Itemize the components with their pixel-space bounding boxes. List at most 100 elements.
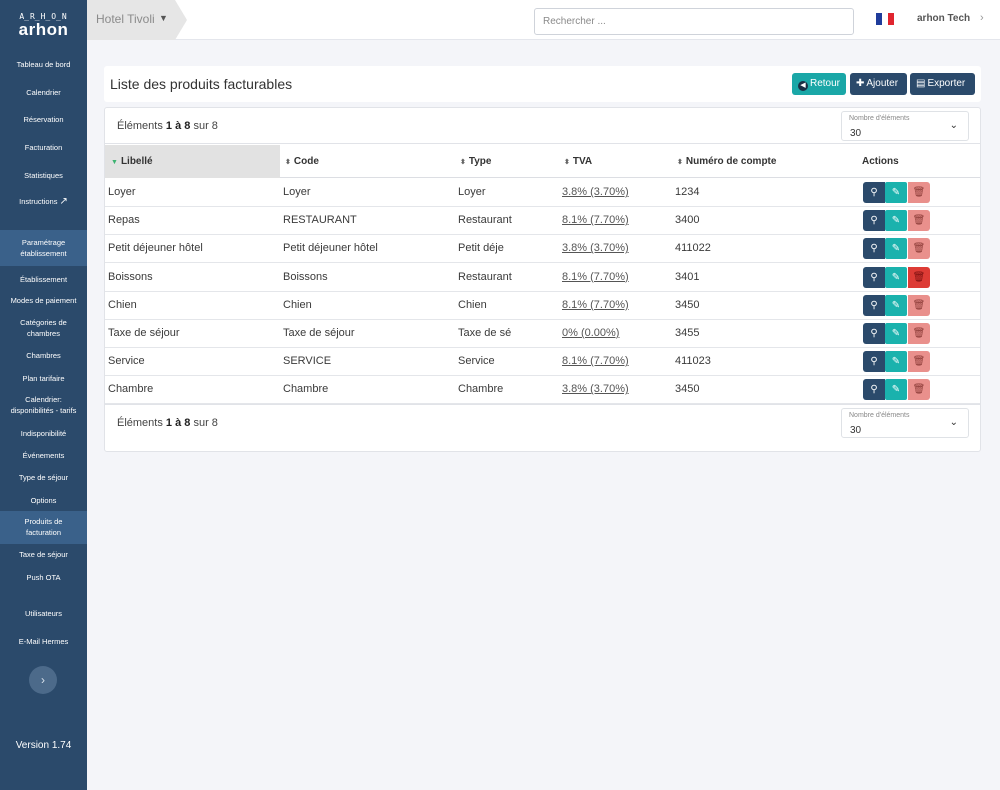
topbar: Hotel Tivoli ▼ arhon Tech › bbox=[87, 0, 1000, 40]
view-button[interactable]: ⚲ bbox=[863, 266, 885, 288]
view-button[interactable]: ⚲ bbox=[863, 351, 885, 373]
sidebar-item-chambres[interactable]: Chambres bbox=[0, 350, 87, 361]
cell-type: Service bbox=[458, 355, 495, 368]
column-header-type[interactable]: ⬍ Type bbox=[460, 145, 560, 178]
sidebar-item-calendrier-dispo[interactable]: Calendrier: disponibilités - tarifs bbox=[0, 394, 87, 416]
edit-button[interactable]: ✎ bbox=[885, 379, 907, 401]
view-button[interactable]: ⚲ bbox=[863, 238, 885, 260]
sidebar-item-facturation[interactable]: Facturation bbox=[0, 142, 87, 153]
sidebar-item-plan-tarifaire[interactable]: Plan tarifaire bbox=[0, 373, 87, 384]
add-button[interactable]: ✚ Ajouter bbox=[850, 73, 907, 95]
view-button[interactable]: ⚲ bbox=[863, 294, 885, 316]
sidebar-item-instructions[interactable]: Instructions ↗ bbox=[0, 196, 87, 207]
sidebar-item-email-hermes[interactable]: E-Mail Hermes bbox=[0, 636, 87, 647]
delete-button[interactable]: 🗑︎ bbox=[908, 182, 930, 203]
edit-button[interactable]: ✎ bbox=[885, 351, 907, 373]
sidebar-item-label: Instructions bbox=[19, 197, 58, 206]
column-header-compte[interactable]: ⬍ Numéro de compte bbox=[677, 145, 847, 178]
column-header-code[interactable]: ⬍ Code bbox=[285, 145, 455, 178]
delete-button[interactable]: 🗑︎ bbox=[908, 210, 930, 232]
page-size-value: 30 bbox=[850, 128, 862, 139]
search-icon: ⚲ bbox=[870, 384, 878, 396]
edit-button[interactable]: ✎ bbox=[885, 210, 907, 232]
table-row: Petit déjeuner hôtel Petit déjeuner hôtel… bbox=[105, 235, 980, 264]
cell-tva[interactable]: 8.1% (7.70%) bbox=[562, 355, 629, 367]
trash-icon: 🗑︎ bbox=[912, 299, 926, 311]
sidebar-item-options[interactable]: Options bbox=[0, 495, 87, 506]
trash-icon: 🗑︎ bbox=[912, 384, 926, 396]
chevron-right-icon[interactable]: › bbox=[980, 12, 984, 24]
sidebar-item-parametrage[interactable]: Paramétrage établissement bbox=[0, 230, 87, 266]
edit-icon: ✎ bbox=[891, 384, 901, 396]
edit-icon: ✎ bbox=[891, 215, 901, 227]
edit-button[interactable]: ✎ bbox=[885, 266, 907, 288]
sidebar-item-calendrier[interactable]: Calendrier bbox=[0, 87, 87, 98]
sidebar-item-etablissement[interactable]: Établissement bbox=[0, 274, 87, 285]
cell-code: Loyer bbox=[283, 186, 311, 198]
sidebar-item-indisponibilite[interactable]: Indisponibilité bbox=[0, 428, 87, 439]
export-button[interactable]: ▤ Exporter bbox=[910, 73, 975, 95]
cell-tva[interactable]: 8.1% (7.70%) bbox=[562, 214, 629, 226]
cell-code: Chambre bbox=[283, 383, 329, 396]
expand-sidebar-button[interactable]: › bbox=[29, 666, 57, 694]
cell-tva[interactable]: 8.1% (7.70%) bbox=[562, 271, 629, 283]
user-menu[interactable]: arhon Tech bbox=[917, 13, 970, 24]
hotel-selector[interactable]: Hotel Tivoli ▼ bbox=[87, 0, 187, 40]
cell-libelle: Service bbox=[108, 355, 145, 368]
sidebar-item-push-ota[interactable]: Push OTA bbox=[0, 572, 87, 583]
cell-tva[interactable]: 8.1% (7.70%) bbox=[562, 299, 629, 311]
sort-icon: ⬍ bbox=[460, 159, 466, 166]
edit-button[interactable]: ✎ bbox=[885, 238, 907, 260]
table-row: Chien Chien Chien 8.1% (7.70%) 3450 ⚲ ✎ 🗑︎ bbox=[105, 292, 980, 320]
language-flag-icon[interactable] bbox=[876, 13, 894, 25]
delete-button[interactable]: 🗑︎ bbox=[908, 323, 930, 344]
sidebar-item-tableau-de-bord[interactable]: Tableau de bord bbox=[0, 59, 87, 70]
sidebar-item-taxe-sejour[interactable]: Taxe de séjour bbox=[0, 549, 87, 560]
pager-summary: Éléments 1 à 8 sur 8 bbox=[117, 120, 218, 132]
view-button[interactable]: ⚲ bbox=[863, 379, 885, 401]
pager-prefix: Éléments bbox=[117, 417, 166, 429]
delete-button[interactable]: 🗑︎ bbox=[908, 351, 930, 373]
view-button[interactable]: ⚲ bbox=[863, 210, 885, 232]
page-size-select[interactable]: Nombre d'éléments 30 ⌄ bbox=[841, 408, 969, 438]
edit-icon: ✎ bbox=[891, 243, 901, 255]
sidebar-item-modes-paiement[interactable]: Modes de paiement bbox=[0, 295, 87, 306]
edit-button[interactable]: ✎ bbox=[885, 294, 907, 316]
column-header-actions: Actions bbox=[862, 145, 962, 178]
sidebar: A̲R̲H̲O̲N arhon Tableau de bord Calendri… bbox=[0, 0, 87, 790]
edit-button[interactable]: ✎ bbox=[885, 182, 907, 203]
column-header-tva[interactable]: ⬍ TVA bbox=[564, 145, 674, 178]
view-button[interactable]: ⚲ bbox=[863, 182, 885, 203]
column-header-libelle[interactable]: ▼ Libellé bbox=[105, 145, 280, 178]
delete-button[interactable]: 🗑︎ bbox=[908, 379, 930, 401]
search-icon: ⚲ bbox=[870, 271, 878, 283]
edit-button[interactable]: ✎ bbox=[885, 323, 907, 344]
back-button[interactable]: ◀ Retour bbox=[792, 73, 846, 95]
cell-tva[interactable]: 3.8% (3.70%) bbox=[562, 186, 629, 198]
search-input[interactable] bbox=[534, 8, 854, 35]
cell-compte: 1234 bbox=[675, 186, 700, 198]
pager-prefix: Éléments bbox=[117, 120, 166, 132]
page-size-select[interactable]: Nombre d'éléments 30 ⌄ bbox=[841, 111, 969, 141]
cell-tva[interactable]: 3.8% (3.70%) bbox=[562, 242, 629, 254]
sidebar-item-utilisateurs[interactable]: Utilisateurs bbox=[0, 608, 87, 619]
sidebar-item-statistiques[interactable]: Statistiques bbox=[0, 170, 87, 181]
sidebar-item-evenements[interactable]: Événements bbox=[0, 450, 87, 461]
sidebar-item-categories-chambres[interactable]: Catégories de chambres bbox=[0, 317, 87, 339]
delete-button[interactable]: 🗑︎ bbox=[908, 238, 930, 260]
sidebar-item-reservation[interactable]: Réservation bbox=[0, 114, 87, 125]
cell-libelle: Chien bbox=[108, 298, 137, 311]
sidebar-item-produits-facturation[interactable]: Produits de facturation bbox=[0, 511, 87, 544]
logo[interactable]: A̲R̲H̲O̲N arhon bbox=[0, 12, 87, 39]
view-button[interactable]: ⚲ bbox=[863, 323, 885, 344]
sidebar-item-label: Type de séjour bbox=[18, 473, 69, 482]
back-button-label: Retour bbox=[810, 78, 841, 89]
delete-button[interactable]: 🗑︎ bbox=[908, 266, 930, 288]
page-size-label: Nombre d'éléments bbox=[849, 115, 910, 122]
cell-tva[interactable]: 0% (0.00%) bbox=[562, 327, 619, 339]
external-link-icon: ↗ bbox=[59, 196, 68, 207]
column-label: Actions bbox=[862, 156, 899, 167]
delete-button[interactable]: 🗑︎ bbox=[908, 294, 930, 316]
sidebar-item-type-sejour[interactable]: Type de séjour bbox=[0, 472, 87, 483]
cell-tva[interactable]: 3.8% (3.70%) bbox=[562, 383, 629, 395]
